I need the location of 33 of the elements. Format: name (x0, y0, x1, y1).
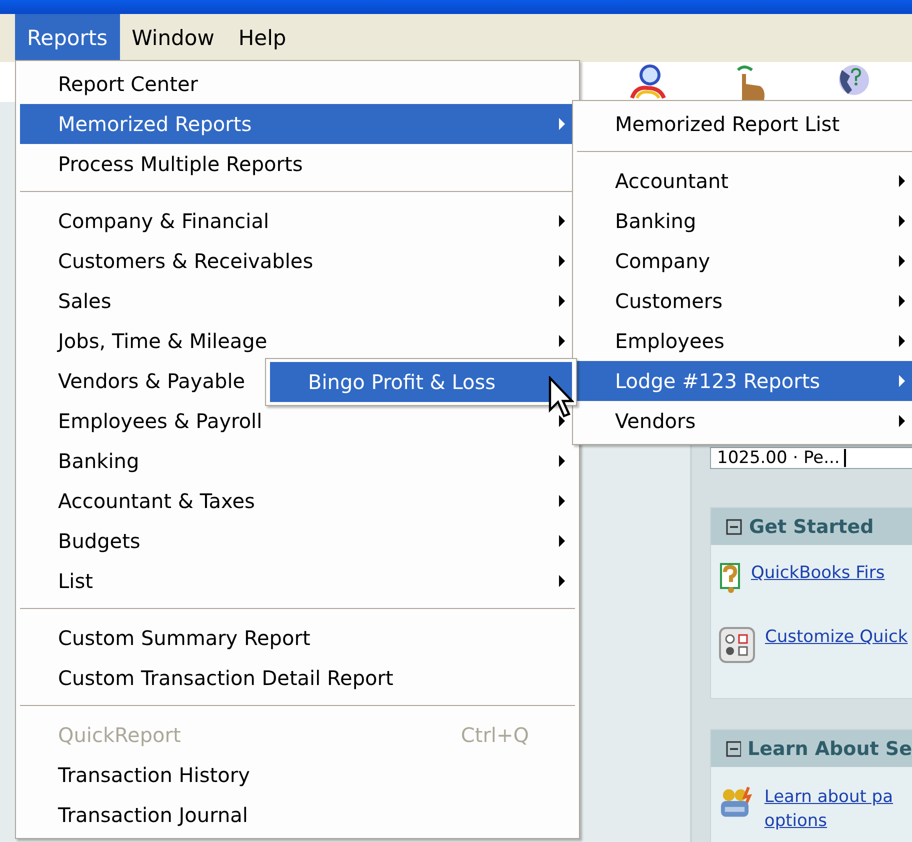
menu-item[interactable]: Budgets (20, 521, 575, 561)
menu-item[interactable]: Accountant (577, 161, 912, 201)
menu-bar-item[interactable]: Reports (15, 14, 120, 62)
menu-item[interactable]: Sales (20, 281, 575, 321)
menu-item[interactable]: Customers & Receivables (20, 241, 575, 281)
shortcut-text: Ctrl+Q (460, 723, 529, 747)
help-link[interactable]: Learn about pa options (764, 785, 912, 833)
menu-item[interactable]: Transaction History (20, 755, 575, 795)
menu-item[interactable]: Banking (20, 441, 575, 481)
menu-item[interactable]: Banking (577, 201, 912, 241)
menu-item[interactable]: Company & Financial (20, 201, 575, 241)
menu-item[interactable]: Accountant & Taxes (20, 481, 575, 521)
menu-item[interactable]: Lodge #123 Reports (577, 361, 912, 401)
help-link[interactable]: Customize Quick (765, 627, 908, 647)
menu-item[interactable]: Memorized Reports (20, 104, 575, 144)
menu-bar-item[interactable]: Help (226, 14, 298, 62)
help-link[interactable]: QuickBooks Firs (751, 563, 885, 583)
menu-item[interactable]: Company (577, 241, 912, 281)
panel-title: Get Started (749, 516, 874, 538)
menu-item[interactable]: Transaction Journal (20, 795, 575, 835)
menu-item[interactable]: List (20, 561, 575, 601)
menu-item[interactable]: Vendors (577, 401, 912, 441)
menu-item[interactable]: Memorized Report List (577, 104, 912, 144)
menu-item[interactable]: Process Multiple Reports (20, 144, 575, 184)
menu-item[interactable]: Customers (577, 281, 912, 321)
menu-item[interactable]: Jobs, Time & Mileage (20, 321, 575, 361)
panel-title: Learn About Se (748, 738, 912, 760)
menu-item[interactable]: Custom Transaction Detail Report (20, 658, 575, 698)
menu-bar-item[interactable]: Window (120, 14, 226, 62)
menu-item[interactable]: Custom Summary Report (20, 618, 575, 658)
menu-item[interactable]: Bingo Profit & Loss (270, 362, 572, 402)
menu-item[interactable]: Employees (577, 321, 912, 361)
account-field[interactable]: 1025.00 · Pe... (710, 447, 912, 469)
